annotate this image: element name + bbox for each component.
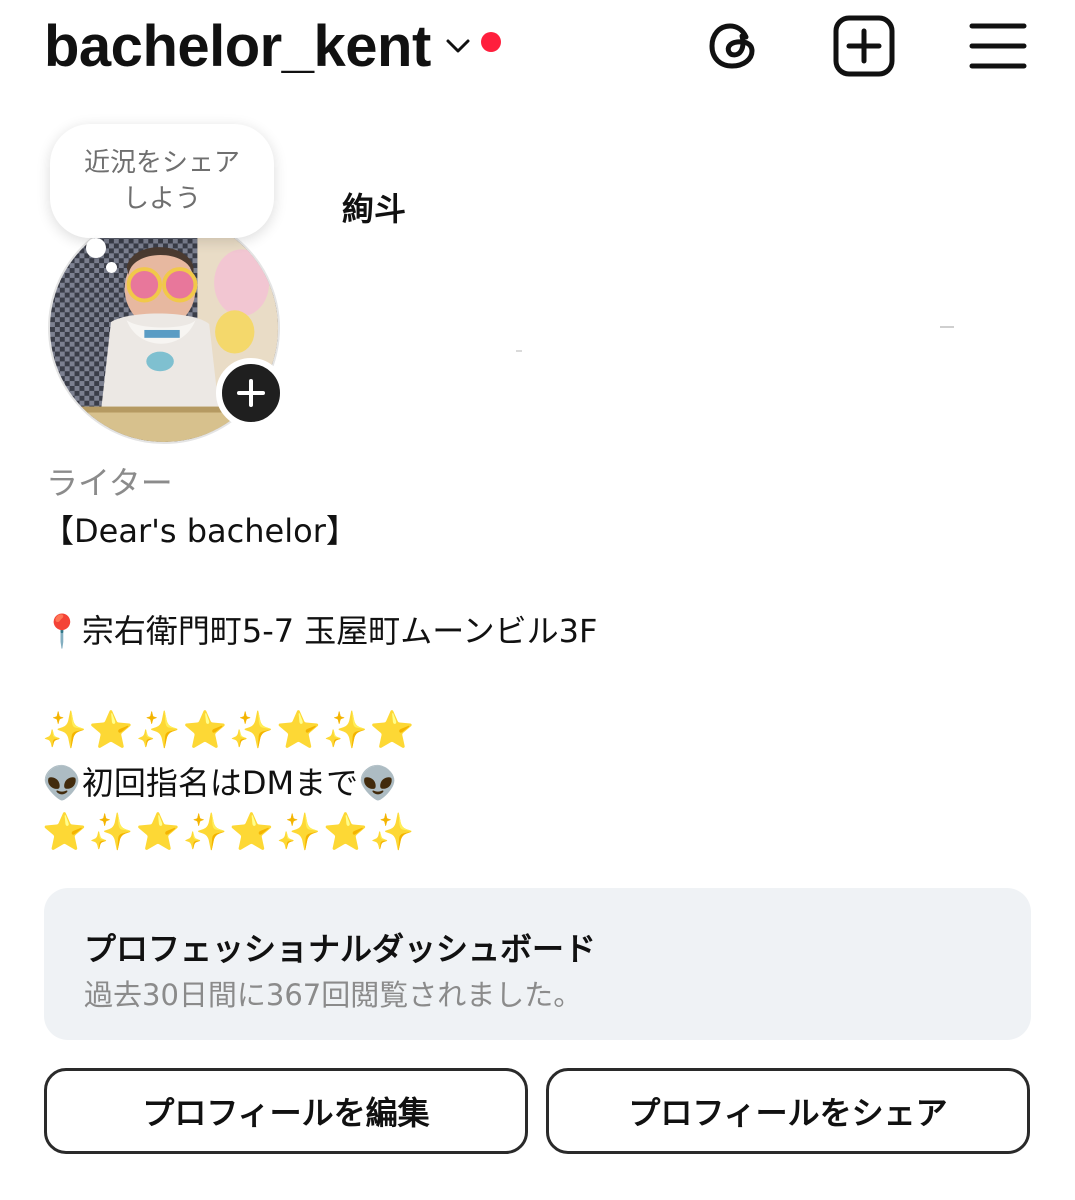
bio-line: 👽初回指名はDMまで👽 xyxy=(42,764,398,802)
note-bubble-tail-small xyxy=(106,262,117,273)
bio-emoji-line: ⭐✨⭐✨⭐✨⭐✨ xyxy=(42,812,417,853)
profile-category: ライター xyxy=(46,464,173,502)
note-bubble-line-2: しよう xyxy=(122,184,201,214)
threads-icon[interactable] xyxy=(702,14,766,78)
dashboard-title: プロフェッショナルダッシュボード xyxy=(84,930,597,968)
note-bubble-tail xyxy=(86,238,106,258)
profile-avatar-block: 近況をシェア しよう xyxy=(44,120,294,444)
profile-bio: 【Dear's bachelor】 📍宗右衛門町5-7 玉屋町ムーンビル3F ✨… xyxy=(42,506,1022,860)
divider-smudge xyxy=(516,350,522,352)
dashboard-subtitle: 過去30日間に367回閲覧されました。 xyxy=(84,978,583,1012)
username: bachelor_kent xyxy=(44,13,431,79)
profile-header: bachelor_kent xyxy=(0,0,1075,100)
account-switcher[interactable]: bachelor_kent xyxy=(44,10,501,82)
plus-icon xyxy=(237,379,265,407)
profile-page: bachelor_kent 近況をシェア しよう 絢斗 ライター 【Dear's… xyxy=(0,0,1075,1200)
notification-dot xyxy=(480,32,501,52)
note-bubble[interactable]: 近況をシェア しよう xyxy=(50,124,274,238)
bio-spacer xyxy=(42,656,1022,706)
professional-dashboard-card[interactable]: プロフェッショナルダッシュボード 過去30日間に367回閲覧されました。 xyxy=(44,888,1031,1040)
add-story-button[interactable] xyxy=(216,358,286,428)
bio-line: 【Dear's bachelor】 xyxy=(42,512,358,550)
share-profile-button[interactable]: プロフィールをシェア xyxy=(546,1068,1030,1154)
divider-smudge xyxy=(940,326,954,328)
chevron-down-icon xyxy=(446,39,470,53)
display-name: 絢斗 xyxy=(342,190,407,228)
note-bubble-line-1: 近況をシェア xyxy=(83,148,240,178)
hamburger-menu-icon[interactable] xyxy=(966,14,1030,78)
plus-square-icon[interactable] xyxy=(832,14,896,78)
edit-profile-button[interactable]: プロフィールを編集 xyxy=(44,1068,528,1154)
bio-spacer xyxy=(42,556,1022,606)
bio-emoji-line: ✨⭐✨⭐✨⭐✨⭐ xyxy=(42,710,417,751)
bio-location-line: 📍宗右衛門町5-7 玉屋町ムーンビル3F xyxy=(42,612,598,650)
